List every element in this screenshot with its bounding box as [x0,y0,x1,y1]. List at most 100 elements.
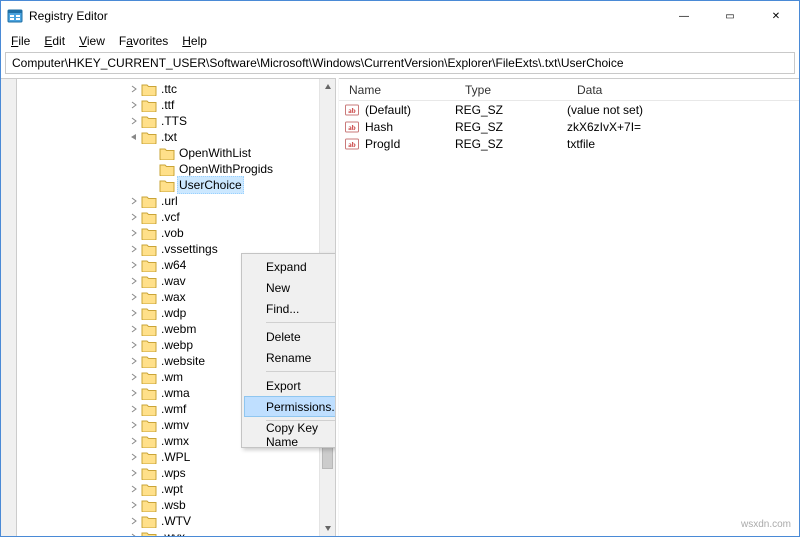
scroll-down-button[interactable] [320,520,335,536]
chevron-right-icon[interactable] [127,402,141,416]
tree-node-label: .ttf [159,97,176,113]
chevron-right-icon[interactable] [127,306,141,320]
tree-node-label: .wm [159,369,185,385]
chevron-right-icon[interactable] [127,322,141,336]
tree-node[interactable]: .wpt [17,481,335,497]
chevron-right-icon[interactable] [127,418,141,432]
chevron-right-icon[interactable] [127,194,141,208]
chevron-right-icon[interactable] [127,114,141,128]
col-header-data[interactable]: Data [567,83,799,97]
chevron-right-icon[interactable] [127,530,141,536]
panes: .ttc.ttf.TTS.txtOpenWithListOpenWithProg… [1,78,799,536]
tree-node-label: .website [159,353,207,369]
value-row[interactable]: (Default)REG_SZ(value not set) [339,101,799,118]
chevron-right-icon[interactable] [127,274,141,288]
tree-node-label: .wvx [159,529,187,536]
col-header-name[interactable]: Name [339,83,455,97]
context-menu-label: Permissions... [266,400,335,414]
value-data: zkX6zIvX+7I= [567,120,799,134]
chevron-right-icon[interactable] [127,450,141,464]
menu-file[interactable]: File [5,34,36,48]
tree-node-label: .webm [159,321,198,337]
chevron-right-icon[interactable] [127,370,141,384]
chevron-right-icon[interactable] [127,82,141,96]
chevron-right-icon[interactable] [127,434,141,448]
tree-node[interactable]: .wvx [17,529,335,536]
chevron-right-icon[interactable] [127,210,141,224]
tree-node-label: .wdp [159,305,188,321]
context-menu-item[interactable]: Delete [244,326,335,347]
menu-help[interactable]: Help [176,34,213,48]
scroll-up-button[interactable] [320,79,335,95]
chevron-right-icon[interactable] [127,498,141,512]
tree-node-label: .wmx [159,433,191,449]
value-row[interactable]: ProgIdREG_SZtxtfile [339,135,799,152]
folder-icon [141,227,157,240]
tree-node[interactable]: .url [17,193,335,209]
chevron-right-icon[interactable] [127,226,141,240]
menu-edit[interactable]: Edit [38,34,71,48]
folder-icon [141,131,157,144]
context-menu-separator [266,371,335,372]
chevron-right-icon[interactable] [127,466,141,480]
tree-node[interactable]: .txt [17,129,335,145]
folder-icon [141,483,157,496]
chevron-right-icon[interactable] [127,290,141,304]
tree-node-label: OpenWithProgids [177,161,275,177]
folder-icon [141,195,157,208]
context-menu-item[interactable]: Expand [244,256,335,277]
value-data: (value not set) [567,103,799,117]
tree-node-selected[interactable]: UserChoice [17,177,335,193]
chevron-right-icon[interactable] [127,386,141,400]
menubar: File Edit View Favorites Help [1,31,799,50]
tree-node[interactable]: .wps [17,465,335,481]
chevron-right-icon[interactable] [127,258,141,272]
value-row[interactable]: Hash REG_SZzkX6zIvX+7I= [339,118,799,135]
chevron-right-icon[interactable] [127,354,141,368]
context-menu-item[interactable]: New▶ [244,277,335,298]
context-menu-item[interactable]: Permissions... [244,396,335,417]
folder-icon [141,83,157,96]
tree-node-label: .wav [159,273,188,289]
value-type: REG_SZ [455,120,567,134]
close-button[interactable]: ✕ [753,1,799,31]
chevron-down-icon[interactable] [127,130,141,144]
string-value-icon [345,137,359,151]
context-menu-label: New [266,281,290,295]
chevron-right-icon[interactable] [127,338,141,352]
menu-favorites[interactable]: Favorites [113,34,174,48]
context-menu-item[interactable]: Export [244,375,335,396]
chevron-right-icon[interactable] [127,514,141,528]
tree-node-label: .vcf [159,209,182,225]
folder-icon [159,179,175,192]
tree-node[interactable]: .wsb [17,497,335,513]
value-name: Hash [365,120,393,134]
menu-view[interactable]: View [73,34,111,48]
chevron-right-icon[interactable] [127,482,141,496]
context-menu-item[interactable]: Find... [244,298,335,319]
chevron-right-icon[interactable] [127,242,141,256]
folder-icon [141,355,157,368]
tree-node[interactable]: OpenWithList [17,145,335,161]
string-value-icon [345,120,359,134]
registry-editor-window: Registry Editor — ▭ ✕ File Edit View Fav… [0,0,800,537]
folder-icon [141,243,157,256]
tree-node[interactable]: .WTV [17,513,335,529]
tree-node[interactable]: .ttc [17,81,335,97]
tree-pane: .ttc.ttf.TTS.txtOpenWithListOpenWithProg… [17,78,335,536]
tree-node[interactable]: .vob [17,225,335,241]
tree-node[interactable]: .WPL [17,449,335,465]
tree-node[interactable]: .vcf [17,209,335,225]
minimize-button[interactable]: — [661,1,707,31]
maximize-button[interactable]: ▭ [707,1,753,31]
context-menu-item[interactable]: Rename [244,347,335,368]
address-input[interactable] [10,55,790,71]
chevron-right-icon[interactable] [127,98,141,112]
folder-icon [141,451,157,464]
tree-node[interactable]: .TTS [17,113,335,129]
context-menu-item[interactable]: Copy Key Name [244,424,335,445]
tree-node[interactable]: OpenWithProgids [17,161,335,177]
tree-node[interactable]: .ttf [17,97,335,113]
col-header-type[interactable]: Type [455,83,567,97]
tree-node-label: .wma [159,385,192,401]
